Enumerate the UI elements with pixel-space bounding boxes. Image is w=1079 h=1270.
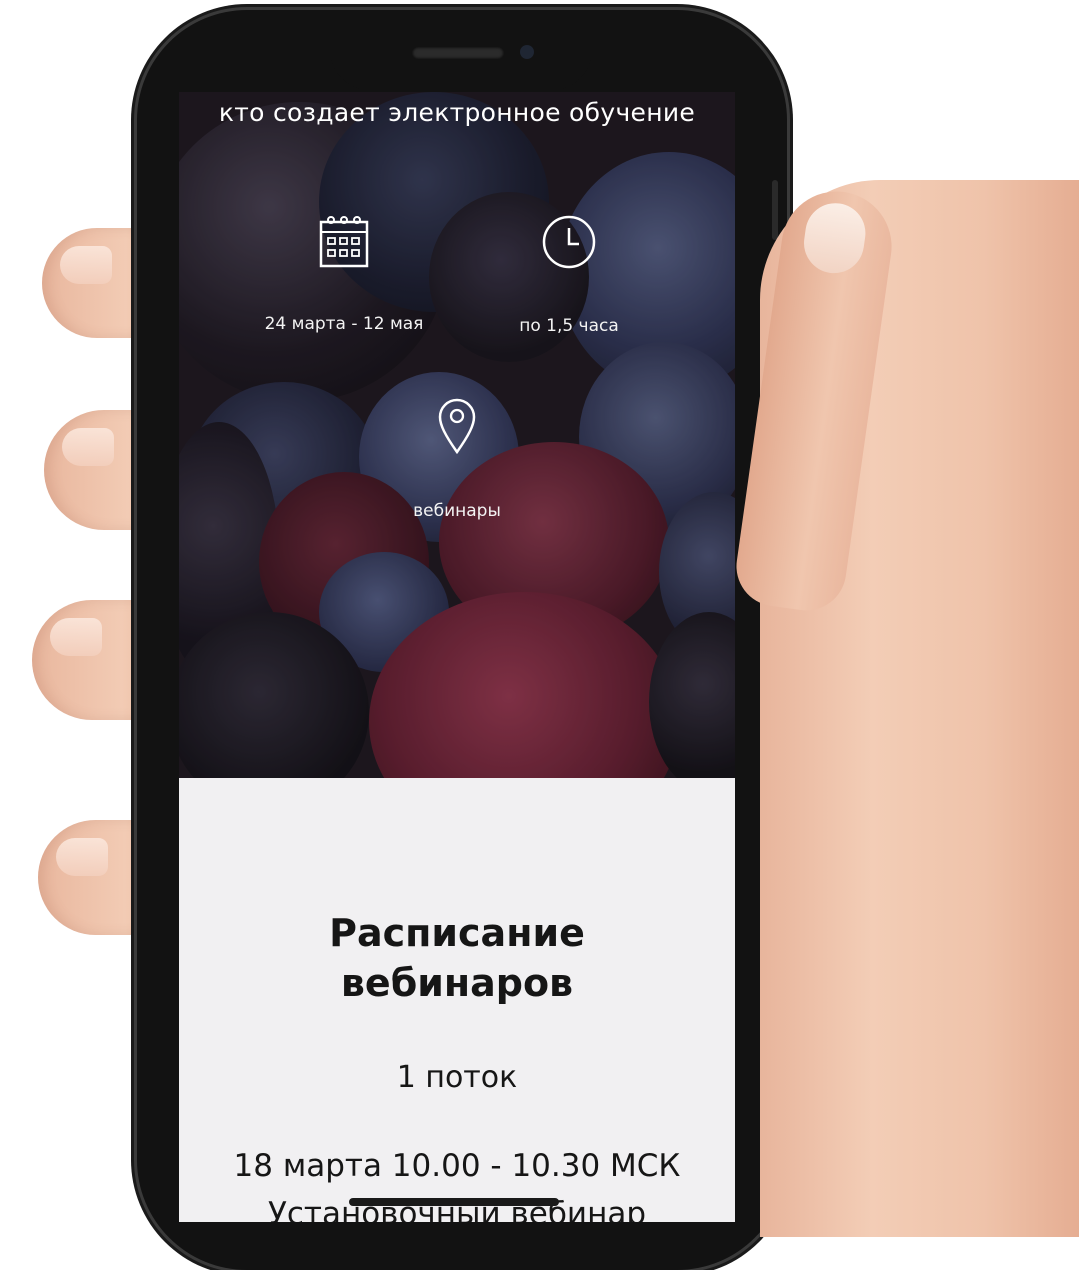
calendar-icon (259, 212, 429, 270)
earpiece-speaker (412, 47, 504, 59)
schedule-section: Расписание вебинаров 1 поток 18 марта 10… (179, 778, 735, 1222)
info-format-label: вебинары (413, 501, 501, 521)
info-duration-label: по 1,5 часа (519, 316, 619, 336)
session-datetime: 18 марта 10.00 - 10.30 МСК (233, 1148, 681, 1184)
info-format: вебинары (382, 397, 532, 521)
front-camera-icon (520, 45, 534, 59)
schedule-title-line1: Расписание (329, 911, 585, 955)
side-button (772, 180, 778, 240)
info-dates: 24 марта - 12 мая (259, 212, 429, 334)
location-pin-icon (382, 397, 532, 455)
info-dates-label: 24 марта - 12 мая (264, 314, 424, 334)
schedule-title-line2: вебинаров (340, 961, 574, 1005)
phone-screen: кто создает электронное обучение 24 март… (179, 92, 735, 1222)
schedule-title: Расписание вебинаров (179, 908, 735, 1008)
info-duration: по 1,5 часа (499, 214, 639, 336)
stream-label: 1 поток (396, 1060, 518, 1095)
clock-icon (499, 214, 639, 270)
home-indicator[interactable] (349, 1198, 559, 1206)
hero-subtitle: кто создает электронное обучение (218, 98, 696, 127)
hero-section: кто создает электронное обучение 24 март… (179, 92, 735, 778)
